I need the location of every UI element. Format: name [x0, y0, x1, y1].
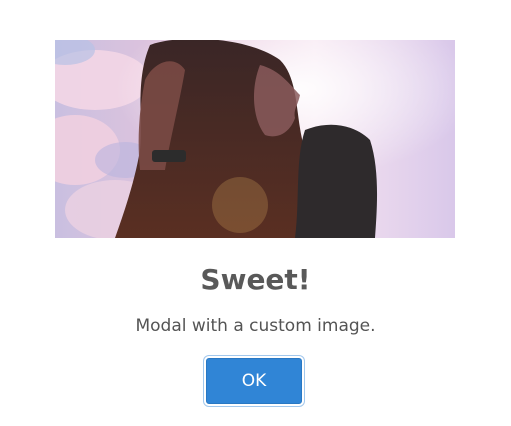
modal-message: Modal with a custom image.	[135, 316, 376, 336]
modal-title: Sweet!	[200, 263, 311, 296]
ok-button[interactable]: OK	[206, 358, 302, 404]
custom-image	[55, 40, 455, 238]
modal-dialog: Sweet! Modal with a custom image. OK	[0, 0, 511, 426]
